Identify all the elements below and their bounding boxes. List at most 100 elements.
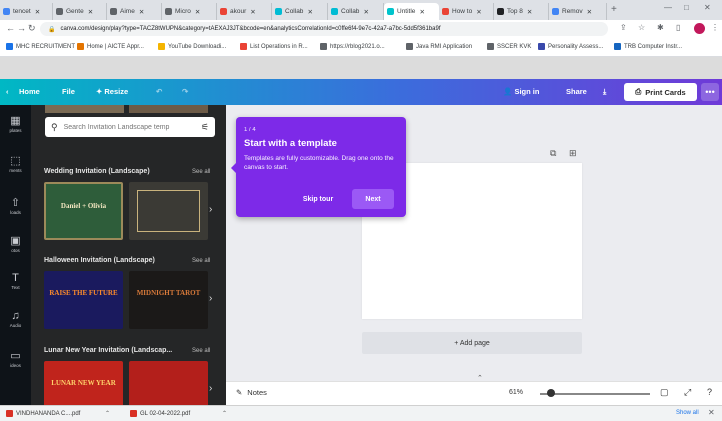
bookmark-item[interactable]: TRB Computer Instr... <box>614 43 682 50</box>
close-window-icon[interactable]: ✕ <box>704 3 711 12</box>
zoom-slider-knob[interactable] <box>547 389 555 397</box>
tab-close-icon[interactable]: ✕ <box>527 8 532 16</box>
tab-close-icon[interactable]: ✕ <box>139 8 144 16</box>
download-item[interactable]: VINDHANANDA C....pdf <box>6 410 80 417</box>
chevron-right-icon[interactable]: › <box>209 293 212 304</box>
notes-button[interactable]: ✎ Notes <box>236 388 267 397</box>
url-field[interactable]: 🔒 canva.com/design/play?type=TACZ8tWUPN&… <box>40 22 608 36</box>
add-page-button[interactable]: + Add page <box>362 332 582 354</box>
share-page-icon[interactable]: ⇪ <box>620 23 627 32</box>
bookmark-item[interactable]: Personality Assess... <box>538 43 603 50</box>
chevron-up-icon[interactable]: ⌃ <box>222 410 227 417</box>
duplicate-page-icon[interactable]: ⧉ <box>550 148 556 159</box>
zoom-slider[interactable] <box>540 393 650 395</box>
bookmark-item[interactable]: https://rblog2021.o... <box>320 43 385 50</box>
redo-icon[interactable]: ↷ <box>182 87 188 96</box>
minimize-icon[interactable]: — <box>664 3 672 12</box>
bookmark-item[interactable]: SSCER KVK <box>487 43 531 50</box>
chevron-right-icon[interactable]: › <box>209 383 212 394</box>
close-icon[interactable]: ✕ <box>708 408 715 417</box>
new-tab-button[interactable]: + <box>611 4 617 15</box>
rail-item-text[interactable]: T Text <box>0 272 31 290</box>
template-thumb-partial[interactable] <box>45 105 124 113</box>
fullscreen-icon[interactable]: ⤢ <box>684 387 691 398</box>
reload-icon[interactable]: ↻ <box>28 23 36 34</box>
bookmark-item[interactable]: Java RMI Application <box>406 43 472 50</box>
browser-tab[interactable]: Gente ✕ <box>53 3 107 20</box>
see-all-lunar[interactable]: See all <box>192 348 210 354</box>
see-all-wedding[interactable]: See all <box>192 169 210 175</box>
rail-item-ments[interactable]: ⬚ ments <box>0 155 31 173</box>
browser-menu-icon[interactable]: ⋮ <box>711 23 719 32</box>
chevron-up-icon[interactable]: ⌃ <box>105 410 110 417</box>
tab-close-icon[interactable]: ✕ <box>419 8 424 16</box>
chevron-right-icon[interactable]: › <box>209 204 212 215</box>
help-icon[interactable]: ? <box>707 387 712 397</box>
share-button[interactable]: Share <box>566 87 587 96</box>
home-button[interactable]: Home <box>19 87 40 96</box>
download-icon[interactable]: ⤓ <box>603 87 606 97</box>
file-menu-button[interactable]: File <box>62 87 75 96</box>
browser-tab[interactable]: Collab ✕ <box>328 3 384 20</box>
show-all-downloads[interactable]: Show all <box>676 410 699 416</box>
next-button[interactable]: Next <box>352 189 394 209</box>
browser-tab[interactable]: Top 8 ✕ <box>494 3 549 20</box>
rail-item-audio[interactable]: ♫ Audio <box>0 310 31 328</box>
tour-title: Start with a template <box>244 138 337 149</box>
undo-icon[interactable]: ↶ <box>156 87 162 96</box>
filter-icon[interactable]: ⚟ <box>201 122 209 133</box>
zoom-value[interactable]: 61% <box>509 389 523 396</box>
tab-close-icon[interactable]: ✕ <box>307 8 312 16</box>
print-cards-button[interactable]: ⎙ Print Cards <box>624 83 697 101</box>
bookmark-star-icon[interactable]: ☆ <box>638 23 645 32</box>
rail-item-otos[interactable]: ▣ otos <box>0 235 31 253</box>
template-search-input[interactable] <box>63 123 196 131</box>
template-thumbnail[interactable]: Daniel + Olivia <box>44 182 123 240</box>
bookmark-item[interactable]: MHC RECRUITMENT <box>6 43 75 50</box>
sidebar-toggle-icon[interactable]: ‹ <box>6 87 9 96</box>
bookmark-item[interactable]: YouTube Downloadi... <box>158 43 226 50</box>
bookmark-item[interactable]: Home | AICTE Appr... <box>77 43 144 50</box>
forward-icon[interactable]: → <box>17 23 26 33</box>
tab-close-icon[interactable]: ✕ <box>363 8 368 16</box>
skip-tour-button[interactable]: Skip tour <box>294 190 342 208</box>
template-search[interactable]: ⚲ ⚟ <box>45 117 215 137</box>
browser-tab[interactable]: Remov ✕ <box>549 3 607 20</box>
rail-item-ideos[interactable]: ▭ ideos <box>0 350 31 368</box>
rail-item-plates[interactable]: ▦ plates <box>0 115 31 133</box>
see-all-halloween[interactable]: See all <box>192 258 210 264</box>
template-thumbnail[interactable]: MIDNIGHT TAROT <box>129 271 208 329</box>
template-thumb-partial[interactable] <box>129 105 208 113</box>
template-thumbnail[interactable] <box>129 182 208 240</box>
back-icon[interactable]: ← <box>6 23 15 33</box>
browser-tab[interactable]: Aime ✕ <box>107 3 162 20</box>
maximize-icon[interactable]: □ <box>684 3 689 12</box>
browser-tab[interactable]: Collab ✕ <box>272 3 328 20</box>
tab-close-icon[interactable]: ✕ <box>88 8 93 16</box>
add-page-icon[interactable]: ⊞ <box>569 148 577 159</box>
tab-favicon-icon <box>552 8 559 15</box>
page-count-icon[interactable]: ▢ <box>660 387 669 398</box>
more-options-button[interactable]: ••• <box>701 83 719 101</box>
extensions-icon[interactable]: ✱ <box>657 23 664 32</box>
bookmark-item[interactable]: List Operations in R... <box>240 43 308 50</box>
browser-tab[interactable]: How to ✕ <box>439 3 494 20</box>
profile-avatar[interactable] <box>694 23 705 34</box>
resize-button[interactable]: ✦ Resize <box>96 87 128 96</box>
tab-close-icon[interactable]: ✕ <box>587 8 592 16</box>
browser-tab[interactable]: akour ✕ <box>217 3 272 20</box>
sign-in-button[interactable]: 👤 Sign in <box>503 87 539 96</box>
browser-tab[interactable]: Micro ✕ <box>162 3 217 20</box>
tab-close-icon[interactable]: ✕ <box>476 8 481 16</box>
tab-close-icon[interactable]: ✕ <box>35 8 40 16</box>
tab-close-icon[interactable]: ✕ <box>250 8 255 16</box>
browser-tab[interactable]: tencet ✕ <box>0 3 53 20</box>
rail-item-loads[interactable]: ⇧ loads <box>0 197 31 215</box>
tab-close-icon[interactable]: ✕ <box>195 8 200 16</box>
template-thumbnail[interactable]: RAISE THE FUTURE <box>44 271 123 329</box>
browser-tab[interactable]: Untitle ✕ <box>384 3 439 20</box>
side-panel-icon[interactable]: ▯ <box>676 23 680 32</box>
template-thumbnail[interactable]: LUNAR NEW YEAR <box>44 361 123 405</box>
template-thumbnail[interactable] <box>129 361 208 405</box>
download-item[interactable]: GL 02-04-2022.pdf <box>130 410 190 417</box>
